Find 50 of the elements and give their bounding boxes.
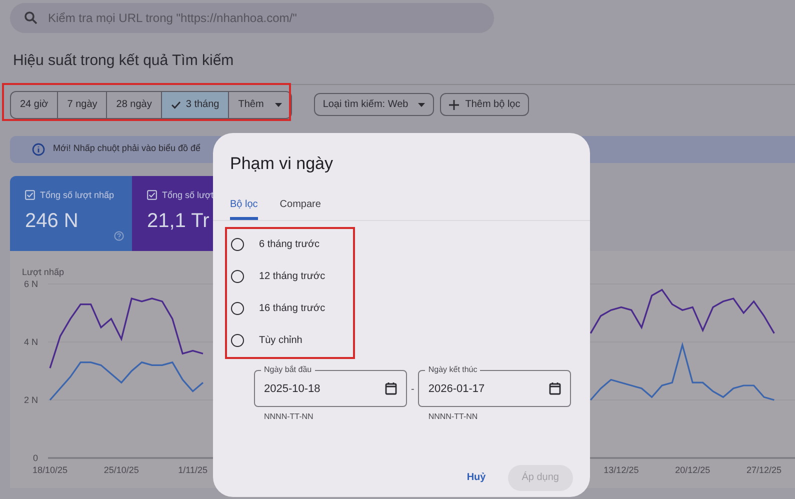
page-title: Hiệu suất trong kết quả Tìm kiếm (13, 51, 235, 71)
search-type-dropdown[interactable]: Loại tìm kiếm: Web (314, 93, 434, 116)
check-icon (170, 100, 181, 108)
axis-tick-label: 4 N (24, 336, 38, 346)
radio-button[interactable] (231, 302, 244, 315)
option-label[interactable]: 6 tháng trước (259, 237, 320, 252)
radio-button[interactable] (231, 238, 244, 251)
caret-icon (274, 102, 282, 106)
search-icon (24, 11, 38, 25)
radio-button[interactable] (231, 334, 244, 347)
metric-label: Tổng số lượt (162, 188, 214, 202)
axis-tick-label: 6 N (24, 278, 38, 288)
axis-tick-label: 0 (32, 452, 38, 462)
axis-tick-label: 18/10/25 (32, 464, 68, 474)
plus-icon (449, 100, 460, 110)
radio-button[interactable] (231, 270, 244, 283)
axis-tick-label: 1/11/25 (178, 464, 208, 474)
option-label[interactable]: Tùy chỉnh (259, 333, 302, 348)
axis-title: Lượt nhấp (22, 266, 64, 276)
calendar-icon[interactable] (549, 382, 562, 394)
date-range-chip[interactable]: 24 giờ (11, 92, 58, 118)
dialog-title: Phạm vi ngày (230, 153, 334, 175)
date-range-chip[interactable]: 7 ngày (57, 92, 106, 118)
dialog-tab[interactable]: Bộ lọc (230, 196, 258, 220)
add-filter-button[interactable]: Thêm bộ lọc (440, 93, 530, 116)
notice-text: Mới! Nhấp chuột phải vào biểu đồ để (53, 142, 200, 156)
metric-label: Tổng số lượt nhấp (40, 188, 114, 202)
axis-tick-label: 20/12/25 (675, 464, 710, 474)
date-range-chip[interactable]: Thêm (228, 92, 291, 118)
option-label[interactable]: 16 tháng trước (259, 301, 326, 316)
calendar-icon[interactable] (385, 382, 397, 394)
search-field[interactable]: Kiểm tra mọi URL trong "https://nhanhoa.com/" (10, 3, 494, 33)
axis-tick-label: 25/10/25 (104, 464, 139, 474)
caret-icon (418, 102, 426, 106)
metric-value: 246 N (25, 209, 78, 234)
format-hint: NNNN-TT-NN (264, 410, 314, 422)
axis-tick-label: 27/12/25 (746, 464, 782, 474)
metric-value: 21,1 Tr (147, 209, 210, 234)
date-range-chip[interactable]: 3 tháng (160, 92, 228, 118)
axis-tick-label: 13/12/25 (604, 464, 639, 474)
dialog-tab[interactable]: Compare (280, 196, 321, 220)
checkbox-icon[interactable] (147, 190, 157, 200)
range-separator: - (411, 382, 414, 396)
metric-card[interactable]: Tổng số lượt nhấp 246 N (10, 176, 132, 250)
format-hint: NNNN-TT-NN (428, 410, 479, 422)
axis-tick-label: 2 N (24, 394, 38, 404)
checkbox-icon[interactable] (25, 190, 35, 200)
option-label[interactable]: 12 tháng trước (259, 269, 326, 284)
cancel-button[interactable]: Huỷ (466, 470, 486, 485)
info-icon (32, 142, 45, 156)
